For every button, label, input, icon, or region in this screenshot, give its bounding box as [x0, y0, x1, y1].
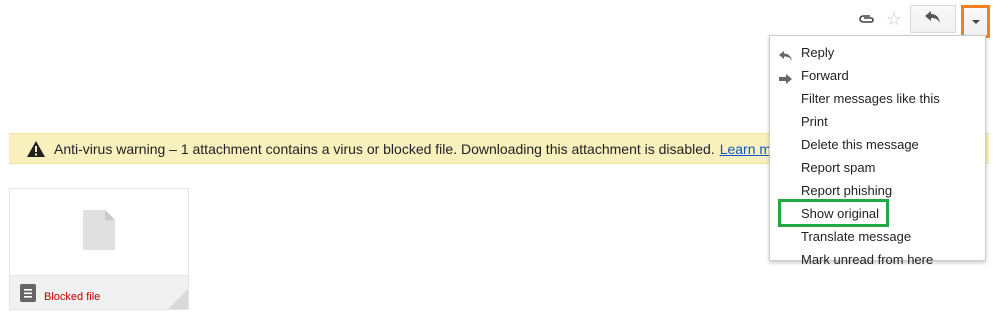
menu-item-label: Mark unread from here — [801, 252, 934, 267]
menu-item-reply[interactable]: Reply — [770, 41, 985, 64]
attachment-card[interactable]: Blocked file — [9, 188, 189, 310]
attachment-footer: Blocked file — [10, 275, 188, 309]
menu-item-label: Report phishing — [801, 183, 893, 198]
menu-item-label: Show original — [801, 206, 880, 221]
menu-item-mark-unread[interactable]: Mark unread from here — [770, 248, 985, 271]
menu-item-forward[interactable]: Forward — [770, 64, 985, 87]
menu-item-label: Report spam — [801, 160, 876, 175]
attachment-preview — [10, 189, 188, 275]
menu-item-print[interactable]: Print — [770, 110, 985, 133]
menu-item-label: Filter messages like this — [801, 91, 940, 106]
warning-message: Anti-virus warning – 1 attachment contai… — [54, 140, 715, 157]
menu-item-report-spam[interactable]: Report spam — [770, 156, 985, 179]
forward-icon — [779, 69, 793, 84]
star-icon[interactable]: ☆ — [884, 9, 904, 29]
dropdown-arrow-icon — [971, 19, 980, 24]
menu-item-report-phishing[interactable]: Report phishing — [770, 179, 985, 202]
reply-icon — [779, 46, 793, 61]
menu-item-show-original[interactable]: Show original — [770, 202, 985, 225]
menu-item-label: Translate message — [801, 229, 912, 244]
file-icon — [83, 209, 115, 255]
page-fold-corner — [168, 289, 188, 309]
reply-icon — [925, 10, 941, 28]
more-options-button[interactable] — [961, 5, 990, 38]
menu-item-label: Print — [801, 114, 828, 129]
menu-item-label: Reply — [801, 45, 835, 60]
message-toolbar: ☆ — [856, 5, 990, 38]
menu-item-filter-messages[interactable]: Filter messages like this — [770, 87, 985, 110]
menu-item-label: Delete this message — [801, 137, 919, 152]
menu-item-translate[interactable]: Translate message — [770, 225, 985, 248]
warning-icon — [27, 140, 45, 157]
reply-button[interactable] — [910, 5, 956, 33]
menu-item-delete[interactable]: Delete this message — [770, 133, 985, 156]
message-options-menu: Reply Forward Filter messages like this … — [769, 35, 986, 267]
document-icon — [20, 283, 36, 302]
paperclip-icon — [856, 9, 876, 29]
attachment-name: Blocked file — [44, 290, 101, 303]
menu-item-label: Forward — [801, 68, 849, 83]
